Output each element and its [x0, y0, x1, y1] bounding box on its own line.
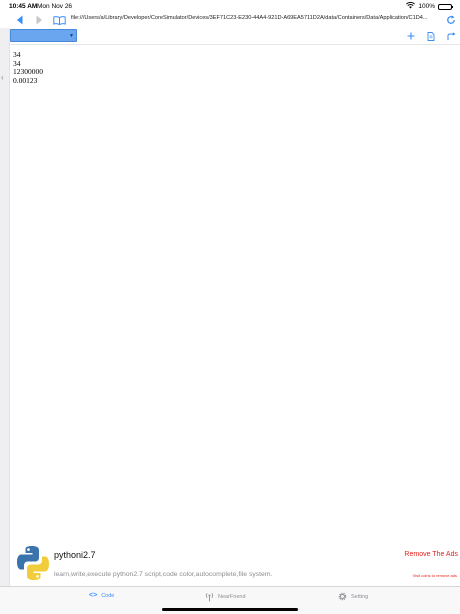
remove-ads-hint: Visit coins to remove ads	[412, 573, 457, 578]
gear-icon	[338, 592, 347, 601]
bookmarks-button[interactable]	[52, 12, 66, 28]
battery-percent: 100%	[418, 3, 435, 10]
output-console: 34 34 12300000 0.00123	[13, 50, 43, 85]
battery-icon	[438, 3, 453, 10]
tab-nearfriend-label: NearFriend	[218, 594, 246, 600]
forward-button[interactable]	[32, 12, 46, 28]
tab-nearfriend[interactable]: NearFriend	[205, 592, 246, 602]
chevron-down-icon: ▼	[69, 33, 74, 39]
url-field[interactable]: file:///Users/a/Library/Developer/CoreSi…	[71, 15, 436, 21]
side-panel-strip[interactable]: ‹	[0, 28, 10, 586]
ad-banner[interactable]: pythoni2.7 learn,write,execute python2.7…	[10, 540, 460, 586]
chevron-left-icon	[17, 15, 23, 25]
toolbar-divider	[10, 44, 460, 45]
back-button[interactable]	[13, 12, 27, 28]
output-line: 0.00123	[13, 75, 38, 85]
tab-setting-label: Setting	[351, 593, 369, 600]
nav-bar: file:///Users/a/Library/Developer/CoreSi…	[0, 12, 460, 28]
antenna-icon	[205, 593, 214, 602]
chevron-right-icon	[36, 15, 42, 25]
document-icon	[427, 31, 435, 41]
document-button[interactable]	[425, 30, 437, 42]
file-select[interactable]: ▼	[10, 29, 77, 42]
chevron-left-icon[interactable]: ‹	[1, 73, 4, 82]
plus-icon	[407, 32, 415, 40]
share-icon	[447, 31, 455, 40]
code-icon: <>	[89, 592, 98, 599]
wifi-icon	[406, 1, 416, 11]
status-date: Mon Nov 26	[37, 3, 73, 10]
status-bar: 10:45 AM Mon Nov 26 100%	[0, 0, 460, 12]
ad-title: pythoni2.7	[54, 550, 96, 560]
tab-code-label: Code	[101, 592, 115, 599]
book-icon	[52, 15, 66, 25]
home-indicator	[162, 608, 298, 611]
reload-icon	[447, 15, 455, 24]
reload-button[interactable]	[444, 12, 458, 28]
python-logo	[17, 546, 49, 580]
status-time: 10:45 AM	[9, 3, 38, 10]
tab-code[interactable]: <> Code	[89, 592, 114, 599]
tab-setting[interactable]: Setting	[338, 592, 368, 601]
editor-toolbar: ▼	[10, 28, 460, 44]
ad-description: learn,write,execute python2.7 script,cod…	[54, 571, 273, 578]
status-right: 100%	[406, 1, 453, 11]
add-button[interactable]	[405, 30, 417, 42]
share-button[interactable]	[445, 30, 457, 42]
remove-ads-button[interactable]: Remove The Ads	[404, 551, 458, 558]
